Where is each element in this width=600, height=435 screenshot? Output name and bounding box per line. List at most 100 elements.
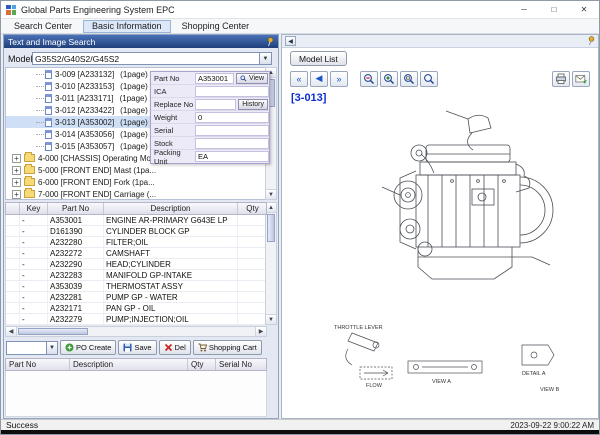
- pin-icon[interactable]: [587, 36, 595, 46]
- header-part-no[interactable]: Part No: [48, 203, 104, 214]
- parts-table-row[interactable]: - D161390 CYLINDER BLOCK GP: [6, 226, 266, 237]
- part-no-cell: A353039: [48, 281, 104, 291]
- parts-table-row[interactable]: - A232171 PAN GP - OIL: [6, 303, 266, 314]
- zoom-in-icon[interactable]: [380, 70, 398, 87]
- first-page-icon[interactable]: «: [290, 70, 308, 87]
- scroll-up-icon[interactable]: ▲: [266, 203, 276, 213]
- menu-bar: Search Center Basic Information Shopping…: [1, 19, 599, 34]
- description-cell: MANIFOLD GP-INTAKE: [104, 270, 238, 280]
- tree-item[interactable]: +6-000 [FRONT END] Fork (1pa...: [6, 176, 266, 188]
- save-button[interactable]: Save: [118, 340, 157, 355]
- row-icon-cell: [6, 226, 20, 236]
- parts-table-row[interactable]: - A232279 PUMP;INJECTION;OIL: [6, 314, 266, 325]
- maximize-button[interactable]: □: [539, 1, 569, 18]
- tab-basic-information[interactable]: Basic Information: [83, 19, 171, 33]
- engine-diagram[interactable]: THROTTLE LEVER FLOW VIEW A DETAIL A VIEW…: [326, 107, 566, 415]
- description-cell: PAN GP - OIL: [104, 303, 238, 313]
- part-info-value[interactable]: A353001: [195, 72, 234, 84]
- scroll-thumb[interactable]: [18, 328, 88, 335]
- part-info-value[interactable]: [195, 98, 237, 110]
- tab-shopping-center[interactable]: Shopping Center: [173, 20, 259, 33]
- tree-item[interactable]: +7-000 [FRONT END] Carriage (...: [6, 188, 266, 199]
- part-info-value[interactable]: EA: [195, 151, 269, 162]
- tree-expander-icon[interactable]: +: [12, 177, 21, 187]
- scroll-down-icon[interactable]: ▼: [266, 189, 276, 199]
- parts-table-row[interactable]: - A232283 MANIFOLD GP-INTAKE: [6, 270, 266, 281]
- part-no-cell: A232283: [48, 270, 104, 280]
- document-icon: [45, 105, 52, 115]
- row-icon-cell: [6, 303, 20, 313]
- figure-number: [3-013]: [291, 92, 327, 104]
- cart-header-description[interactable]: Description: [70, 359, 188, 370]
- tree-expander-icon[interactable]: +: [12, 153, 21, 163]
- tree-item-pages: (1page): [119, 93, 148, 103]
- tree-expander-icon[interactable]: +: [12, 189, 21, 199]
- description-cell: PUMP GP - WATER: [104, 292, 238, 302]
- scroll-down-icon[interactable]: ▼: [266, 314, 276, 324]
- collapse-panel-icon[interactable]: ◀: [285, 36, 296, 46]
- part-info-value[interactable]: 0: [195, 111, 269, 123]
- row-icon-cell: [6, 292, 20, 302]
- model-dropdown-icon[interactable]: ▼: [260, 52, 272, 65]
- parts-table-row[interactable]: - A353039 THERMOSTAT ASSY: [6, 281, 266, 292]
- header-qty[interactable]: Qty: [238, 203, 267, 214]
- next-page-icon[interactable]: »: [330, 70, 348, 87]
- shopping-cart-button[interactable]: Shopping Cart: [192, 340, 262, 355]
- part-info-value[interactable]: [195, 85, 269, 97]
- part-info-label: Packing Unit: [154, 147, 181, 166]
- scroll-left-icon[interactable]: ◀: [6, 327, 17, 336]
- quantity-combobox[interactable]: ▼: [6, 340, 58, 355]
- zoom-fit-icon[interactable]: [400, 70, 418, 87]
- part-info-row: Weight 0: [151, 111, 269, 124]
- chevron-down-icon[interactable]: ▼: [46, 341, 57, 354]
- tree-item-pages: (1page): [120, 141, 148, 151]
- zoom-out-icon[interactable]: [360, 70, 378, 87]
- delete-button[interactable]: Del: [158, 340, 191, 355]
- tab-search-center[interactable]: Search Center: [5, 20, 81, 33]
- description-cell: HEAD;CYLINDER: [104, 259, 238, 269]
- header-description[interactable]: Description: [104, 203, 238, 214]
- tree-expander-icon[interactable]: +: [12, 165, 21, 175]
- tree-connector: [36, 109, 44, 111]
- description-cell: ENGINE AR-PRIMARY G643E LP: [104, 215, 238, 225]
- minimize-button[interactable]: ─: [509, 1, 539, 18]
- status-timestamp: 2023-09-22 9:00:22 AM: [510, 420, 594, 430]
- parts-table-row[interactable]: - A232281 PUMP GP - WATER: [6, 292, 266, 303]
- description-cell: CYLINDER BLOCK GP: [104, 226, 238, 236]
- cart-header-part-no[interactable]: Part No: [6, 359, 70, 370]
- email-icon[interactable]: [572, 70, 590, 87]
- part-info-value[interactable]: [195, 124, 269, 136]
- cart-header-serial-no[interactable]: Serial No: [216, 359, 266, 370]
- scroll-right-icon[interactable]: ▶: [255, 327, 266, 336]
- key-cell: -: [20, 248, 48, 258]
- scroll-thumb[interactable]: [267, 214, 275, 242]
- viewer-header: ◀: [282, 35, 598, 48]
- parts-table-row[interactable]: - A232290 HEAD;CYLINDER: [6, 259, 266, 270]
- prev-page-icon[interactable]: ◀: [310, 70, 328, 87]
- tree-item[interactable]: +5-000 [FRONT END] Mast (1pa...: [6, 164, 266, 176]
- zoom-actual-icon[interactable]: [420, 70, 438, 87]
- tree-item-pages: (1page): [120, 129, 148, 139]
- model-list-button[interactable]: Model List: [290, 51, 347, 66]
- part-info-row: ICA: [151, 85, 269, 98]
- folder-icon: [24, 164, 35, 174]
- parts-table-row[interactable]: - A232272 CAMSHAFT: [6, 248, 266, 259]
- part-info-value[interactable]: [195, 137, 269, 149]
- header-icon-cell[interactable]: [6, 203, 20, 214]
- parts-table-row[interactable]: - A232280 FILTER;OIL: [6, 237, 266, 248]
- part-no-cell: A353001: [48, 215, 104, 225]
- view-button[interactable]: View: [235, 72, 268, 84]
- print-icon[interactable]: [552, 70, 570, 87]
- po-create-button[interactable]: PO Create: [60, 340, 117, 355]
- cart-header-qty[interactable]: Qty: [188, 359, 216, 370]
- document-icon: [45, 117, 52, 127]
- close-button[interactable]: ✕: [569, 1, 599, 18]
- history-button[interactable]: History: [238, 98, 268, 110]
- key-cell: -: [20, 259, 48, 269]
- pin-icon[interactable]: [266, 36, 274, 47]
- model-input[interactable]: [32, 52, 260, 65]
- header-key[interactable]: Key: [20, 203, 48, 214]
- parts-table-row[interactable]: - A353001 ENGINE AR-PRIMARY G643E LP: [6, 215, 266, 226]
- grid-horizontal-scrollbar[interactable]: ◀ ▶: [5, 326, 267, 337]
- grid-scrollbar[interactable]: ▲ ▼: [265, 202, 277, 325]
